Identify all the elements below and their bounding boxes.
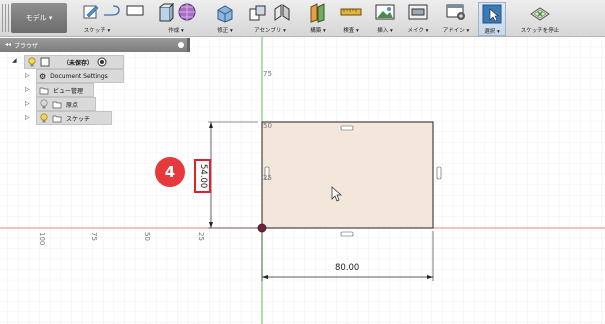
press-pull-icon [217, 5, 233, 23]
extrude-icon [159, 3, 174, 22]
browser-item-label: スケッチ [66, 115, 91, 123]
dimension-width-value[interactable]: 80.00 [335, 263, 359, 273]
horizontal-constraint-top[interactable] [340, 125, 354, 131]
lightbulb-icon[interactable] [27, 57, 37, 67]
pin-icon[interactable] [178, 42, 184, 48]
arc-line-icon [104, 5, 120, 16]
axis-label-v50: 50 [263, 122, 272, 130]
folder-icon [52, 101, 62, 108]
toolbar-grip[interactable] [2, 4, 10, 32]
toolbar-assemble-group[interactable]: アセンブリ ▾ [246, 2, 294, 34]
stop-sketch-icon [530, 7, 550, 21]
document-icon [40, 57, 50, 67]
make-menu-label: メイク ▾ [407, 28, 429, 34]
browser-panel-header[interactable]: ◂◂ ブラウザ [0, 38, 190, 52]
browser-title: ブラウザ [14, 43, 39, 50]
expand-document-settings-icon[interactable]: ▷ [25, 72, 30, 79]
scripts-addins-icon [446, 4, 465, 20]
panel-resize-handle[interactable] [187, 38, 190, 52]
collapse-browser-icon[interactable]: ◂◂ [5, 41, 11, 48]
expand-root-icon[interactable]: ◢ [12, 57, 17, 64]
browser-item-label: ビュー管理 [53, 87, 84, 95]
joint-icon [274, 4, 290, 21]
toolbar-sketch-group[interactable]: スケッチ ▾ [72, 2, 122, 34]
stop-sketch-label: スケッチを停止 [520, 28, 560, 34]
modify-menu-label: 修正 ▾ [217, 28, 233, 34]
insert-menu-label: 挿入 ▾ [377, 28, 393, 34]
axis-label-v75: 75 [263, 70, 272, 78]
root-node-label: （未保存） [63, 59, 94, 67]
browser-item-label: Document Settings [50, 72, 108, 80]
toolbar-insert-group[interactable]: 挿入 ▾ [370, 2, 400, 34]
browser-root-node[interactable]: （未保存） [24, 55, 124, 69]
browser-item-named-views[interactable]: ビュー管理 [36, 83, 94, 97]
axis-label-v25: 25 [263, 174, 272, 182]
browser-item-sketches[interactable]: スケッチ [36, 111, 112, 125]
assemble-menu-label: アセンブリ ▾ [254, 28, 286, 34]
browser-item-document-settings[interactable]: ⚙ Document Settings [36, 69, 124, 83]
toolbar-make-group[interactable]: メイク ▾ [402, 2, 434, 34]
sketch-menu-label: スケッチ ▾ [83, 28, 111, 34]
step-callout-badge: 4 [155, 157, 185, 187]
new-component-icon [249, 5, 266, 21]
toolbar: モデル ▾ スケッチ ▾ 作成 ▾ 修正 ▾ アセンブリ ▾ 構築 ▾ 検査 ▾… [0, 0, 605, 37]
toolbar-modify-group[interactable]: 修正 ▾ [206, 2, 244, 34]
select-menu-label: 選択 ▾ [484, 29, 500, 35]
expand-named-views-icon[interactable]: ▷ [25, 86, 30, 93]
origin-point[interactable] [257, 223, 267, 233]
lightbulb-icon[interactable] [39, 113, 49, 123]
gear-icon: ⚙ [39, 71, 47, 81]
axis-label-h25: 25 [197, 232, 205, 241]
rectangle-icon [126, 5, 144, 16]
lightbulb-off-icon[interactable] [39, 99, 49, 109]
addins-menu-label: アドイン ▾ [442, 28, 470, 34]
rectangle-tool[interactable] [124, 2, 146, 34]
folder-icon [39, 87, 49, 94]
toolbar-create-group[interactable]: 作成 ▾ [152, 2, 200, 34]
horizontal-constraint-bottom[interactable] [340, 231, 354, 237]
toolbar-select-group[interactable]: 選択 ▾ [478, 2, 506, 36]
create-menu-label: 作成 ▾ [168, 28, 184, 34]
3d-print-icon [408, 4, 428, 20]
toolbar-inspect-group[interactable]: 検査 ▾ [336, 2, 366, 34]
expand-sketches-icon[interactable]: ▷ [25, 114, 30, 121]
create-sketch-icon[interactable] [83, 3, 99, 19]
dimension-height-value[interactable]: 54.00 [198, 164, 208, 188]
active-target-icon[interactable] [97, 57, 107, 67]
browser-item-label: 原点 [66, 101, 79, 109]
folder-icon [52, 115, 62, 122]
vertical-constraint-right[interactable] [436, 166, 442, 180]
expand-origin-icon[interactable]: ▷ [25, 100, 30, 107]
axis-label-h75: 75 [90, 232, 98, 241]
select-cursor-icon [482, 4, 502, 24]
workspace-dropdown[interactable]: モデル ▾ [11, 3, 67, 33]
axis-label-h100: 100 [38, 232, 46, 246]
form-icon [178, 3, 196, 21]
sketch-rectangle[interactable] [261, 121, 434, 229]
inspect-menu-label: 検査 ▾ [343, 28, 359, 34]
measure-icon [340, 8, 362, 16]
insert-image-icon [375, 4, 395, 20]
offset-plane-icon [310, 3, 325, 23]
browser-item-origin[interactable]: 原点 [36, 97, 96, 111]
stop-sketch-button[interactable]: スケッチを停止 [510, 2, 570, 34]
construct-menu-label: 構築 ▾ [310, 28, 326, 34]
toolbar-construct-group[interactable]: 構築 ▾ [300, 2, 336, 34]
toolbar-addins-group[interactable]: アドイン ▾ [438, 2, 474, 34]
axis-label-h50: 50 [143, 232, 151, 241]
